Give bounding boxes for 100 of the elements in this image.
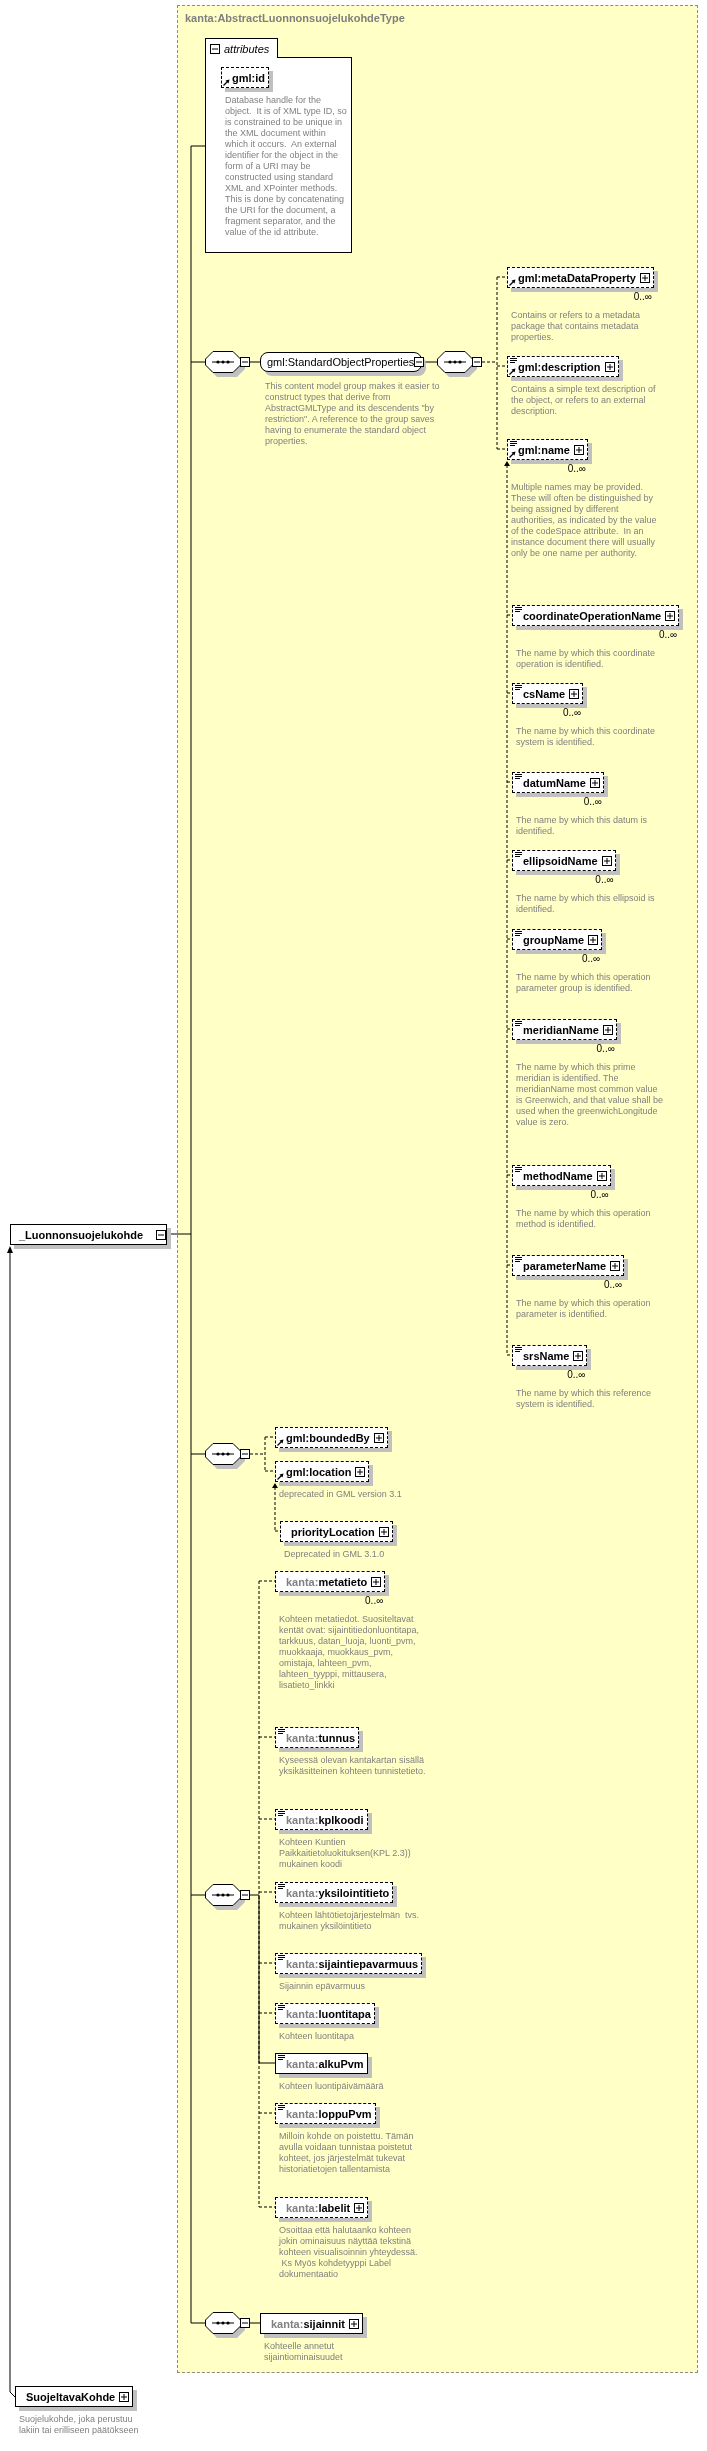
- element-description: Milloin kohde on poistettu. Tämän avulla voidaan tunnistaa poistetut kohteet, jos järjestelmät tukevat historiatietojen tallentamista: [279, 2131, 415, 2175]
- sequence-icon: [205, 1443, 245, 1469]
- element-name: gml:metaDataProperty: [518, 271, 636, 284]
- element-description: The name by which this prime meridian is identified. The meridianName most common value is Greenwich, and that value shall be used when the greenwichLongitude value is zero.: [516, 1062, 665, 1128]
- attributes-label: attributes: [224, 42, 270, 55]
- element-description: Sijainnin epävarmuus: [279, 1981, 367, 1992]
- element-name: datumName: [523, 776, 586, 789]
- element-description: The name by which this reference system is identified.: [516, 1388, 653, 1410]
- expand-icon[interactable]: [596, 1170, 607, 1181]
- multiplicity-label: 0..∞: [567, 463, 586, 474]
- multiplicity-label: 0..∞: [365, 1595, 384, 1606]
- collapse-icon[interactable]: [156, 1229, 166, 1240]
- element-name: _Luonnonsuojelukohde: [19, 1228, 144, 1241]
- element-description: The name by which this coordinate operation is identified.: [516, 648, 657, 670]
- element-name: priorityLocation: [291, 1525, 375, 1538]
- element-description: Kyseessä olevan kantakartan sisällä yksikäsitteinen kohteen tunnistetieto.: [279, 1755, 427, 1777]
- expand-icon[interactable]: [604, 361, 615, 372]
- multiplicity-label: 0..∞: [596, 1043, 615, 1054]
- element-description: Suojelukohde, joka perustuu lakiin tai erilliseen päätökseen: [19, 2414, 140, 2436]
- collapse-icon[interactable]: [210, 43, 220, 54]
- multiplicity-label: 0..∞: [590, 1189, 609, 1200]
- collapse-icon[interactable]: [472, 357, 482, 367]
- expand-icon[interactable]: [348, 2318, 359, 2329]
- element-name: gml:id: [232, 71, 265, 84]
- expand-icon[interactable]: [589, 777, 600, 788]
- element-description: The name by which this operation parameter is identified.: [516, 1298, 652, 1320]
- multiplicity-label: 0..∞: [595, 874, 614, 885]
- element-description: Deprecated in GML 3.1.0: [284, 1549, 386, 1560]
- collapse-icon[interactable]: [414, 357, 425, 367]
- element-name: kanta:alkuPvm: [286, 2057, 364, 2070]
- element-name: kanta:loppuPvm: [286, 2107, 372, 2120]
- element-description: The name by which this coordinate system is identified.: [516, 726, 657, 748]
- element-description: The name by which this operation method is identified.: [516, 1208, 652, 1230]
- collapse-icon[interactable]: [240, 357, 250, 367]
- element-name: kanta:yksilointitieto: [286, 1886, 390, 1899]
- multiplicity-label: 0..∞: [562, 707, 582, 718]
- expand-icon[interactable]: [573, 1350, 584, 1361]
- element-name: ellipsoidName: [523, 854, 598, 867]
- element-description: Kohteen luontipäivämäärä: [279, 2081, 385, 2092]
- group-name: gml:StandardObjectProperties: [267, 356, 415, 368]
- expand-icon[interactable]: [373, 1432, 384, 1443]
- element-name: kanta:tunnus: [286, 1731, 356, 1744]
- element-name: kanta:labelit: [286, 2201, 351, 2214]
- sequence-icon: [205, 1884, 245, 1910]
- expand-icon[interactable]: [354, 2202, 365, 2213]
- expand-icon[interactable]: [602, 1024, 613, 1035]
- expand-icon[interactable]: [588, 934, 599, 945]
- expand-icon[interactable]: [610, 1260, 621, 1271]
- element-name: parameterName: [523, 1259, 607, 1272]
- expand-icon[interactable]: [355, 1466, 366, 1477]
- element-name: meridianName: [523, 1023, 599, 1036]
- multiplicity-label: 0..∞: [581, 953, 601, 964]
- sequence-icon: [437, 351, 477, 377]
- element-description: The name by which this operation parameter group is identified.: [516, 972, 652, 994]
- multiplicity-label: 0..∞: [583, 796, 602, 807]
- element-name: gml:boundedBy: [286, 1431, 370, 1444]
- element-name: SuojeltavaKohde: [26, 2390, 116, 2403]
- expand-icon[interactable]: [119, 2391, 130, 2402]
- element-name: kanta:kplkoodi: [286, 1813, 364, 1826]
- multiplicity-label: 0..∞: [658, 629, 678, 640]
- element-name: csName: [523, 687, 566, 700]
- element-name: kanta:sijaintiepavarmuus: [286, 1957, 419, 1970]
- element-description: Osoittaa että halutaanko kohteen jokin ominaisuus näyttää tekstinä kohteen visualisoinnin yhteydessä. Ks Myös kohdetyyppi Label dokumentaatio: [279, 2225, 419, 2280]
- element-description: Contains or refers to a metadata package that contains metadata properties.: [511, 310, 642, 343]
- attributes-tab[interactable]: attributes: [205, 38, 278, 58]
- type-title: kanta:AbstractLuonnonsuojelukohdeType: [185, 12, 405, 24]
- expand-icon[interactable]: [665, 610, 676, 621]
- element-name: kanta:metatieto: [286, 1575, 368, 1588]
- element-name: groupName: [523, 933, 585, 946]
- element-description: deprecated in GML version 3.1: [279, 1489, 403, 1500]
- element-description: Kohteen metatiedot. Suositeltavat kentät ovat: sijaintitiedonluontitapa, tarkkuus, datan_luoja, luonti_pvm, muokkaaja, muokkaus_pvm, omistaja, lahteen_pvm, lahteen_tyyppi, mittausera, lisatieto_linkki: [279, 1614, 421, 1691]
- collapse-icon[interactable]: [240, 1449, 250, 1459]
- expand-icon[interactable]: [640, 272, 650, 283]
- expand-icon[interactable]: [573, 444, 584, 455]
- expand-icon[interactable]: [601, 855, 612, 866]
- element-description: Kohteen luontitapa: [279, 2031, 356, 2042]
- sequence-icon: [205, 351, 245, 377]
- element-description: Contains a simple text description of the object, or refers to an external description.: [511, 384, 657, 417]
- group-description: This content model group makes it easier to construct types that derive from AbstractGMLType and its descendents "by restriction". A reference to the group saves having to enumerate the standard object properties.: [265, 381, 441, 447]
- expand-icon[interactable]: [378, 1526, 389, 1537]
- multiplicity-label: 0..∞: [567, 1369, 586, 1380]
- collapse-icon[interactable]: [240, 2318, 250, 2328]
- element-name: gml:description: [518, 360, 601, 373]
- element-description: Kohteelle annetut sijaintiominaisuudet: [264, 2341, 344, 2363]
- sequence-icon: [205, 2312, 245, 2338]
- element-description: The name by which this datum is identified.: [516, 815, 649, 837]
- element-name: gml:location: [286, 1465, 352, 1478]
- multiplicity-label: 0..∞: [603, 1279, 623, 1290]
- element-name: kanta:luontitapa: [286, 2007, 371, 2020]
- element-name: srsName: [523, 1349, 570, 1362]
- element-name: methodName: [523, 1169, 593, 1182]
- element-name: kanta:sijainnit: [271, 2317, 345, 2330]
- collapse-icon[interactable]: [240, 1890, 250, 1900]
- element-name: coordinateOperationName: [523, 609, 662, 622]
- substitution-arrow: [272, 1483, 281, 1532]
- expand-icon[interactable]: [569, 688, 580, 699]
- element-description: Kohteen lähtötietojärjestelmän tvs. mukainen yksilöintitieto: [279, 1910, 421, 1932]
- element-name: gml:name: [518, 443, 570, 456]
- expand-icon[interactable]: [371, 1576, 382, 1587]
- element-description: Kohteen Kuntien Paikkaitietoluokituksen(KPL 2.3)) mukainen koodi: [279, 1837, 412, 1870]
